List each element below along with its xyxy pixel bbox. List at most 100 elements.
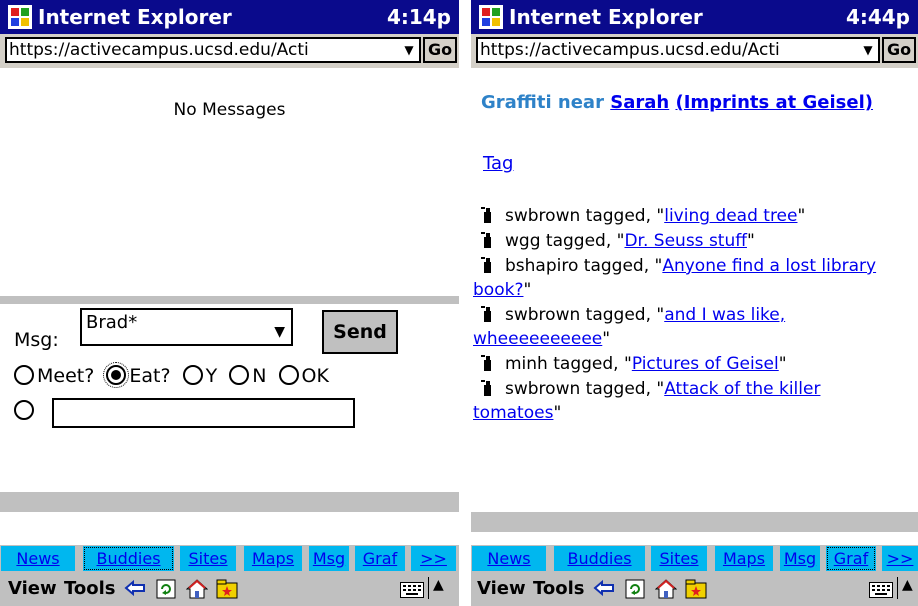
radio-circle[interactable] bbox=[182, 365, 203, 385]
title-bar: Internet Explorer 4:14p bbox=[0, 0, 459, 34]
status-message: No Messages bbox=[173, 100, 286, 120]
nav-msg[interactable]: Msg bbox=[780, 546, 820, 571]
dropdown-arrow-icon: ▼ bbox=[274, 324, 285, 340]
radio-no[interactable]: N bbox=[229, 365, 266, 387]
keyboard-icon[interactable] bbox=[400, 582, 424, 598]
up-arrow-icon[interactable]: ▲ bbox=[897, 577, 913, 599]
heading-prefix: Graffiti near bbox=[481, 92, 604, 113]
nav-maps[interactable]: Maps bbox=[244, 546, 302, 571]
address-bar: https://activecampus.ucsd.edu/Acti ▼ Go bbox=[471, 34, 918, 68]
spray-can-icon bbox=[481, 380, 491, 396]
url-text: https://activecampus.ucsd.edu/Acti bbox=[480, 40, 780, 60]
url-text: https://activecampus.ucsd.edu/Acti bbox=[9, 40, 309, 60]
send-button[interactable]: Send bbox=[322, 310, 398, 354]
nav-buddies[interactable]: Buddies bbox=[83, 546, 174, 571]
spray-can-icon bbox=[481, 207, 491, 223]
go-button[interactable]: Go bbox=[882, 37, 916, 63]
radio-yes[interactable]: Y bbox=[182, 365, 217, 387]
windows-flag-icon bbox=[8, 5, 32, 29]
tag-user: swbrown bbox=[505, 305, 581, 325]
person-link[interactable]: Sarah bbox=[610, 92, 669, 113]
radio-label: N bbox=[252, 365, 267, 387]
radio-circle[interactable] bbox=[103, 362, 130, 388]
tag-link[interactable]: Tag bbox=[483, 153, 513, 174]
nav-sites[interactable]: Sites bbox=[180, 546, 236, 571]
menu-view[interactable]: View bbox=[8, 578, 57, 599]
app-title: Internet Explorer bbox=[509, 5, 703, 29]
tag-message-link[interactable]: living dead tree bbox=[664, 206, 797, 226]
go-button[interactable]: Go bbox=[423, 37, 457, 63]
spray-can-icon bbox=[481, 257, 491, 273]
radio-label: OK bbox=[301, 365, 329, 387]
page-title: Graffiti near Sarah (Imprints at Geisel) bbox=[481, 92, 873, 113]
clock[interactable]: 4:14p bbox=[387, 4, 451, 30]
app-title: Internet Explorer bbox=[38, 5, 232, 29]
site-nav: News Buddies Sites Maps Msg Graf >> bbox=[471, 545, 918, 572]
dropdown-arrow-icon[interactable]: ▼ bbox=[858, 39, 878, 61]
recipient-value: Brad* bbox=[86, 312, 138, 333]
tag-message-link[interactable]: Dr. Seuss stuff bbox=[624, 231, 746, 251]
divider bbox=[0, 492, 459, 512]
divider bbox=[471, 512, 918, 532]
menu-tools[interactable]: Tools bbox=[64, 578, 116, 599]
quick-reply-options: Meet? Eat? Y N OK bbox=[14, 362, 335, 388]
home-icon[interactable] bbox=[655, 579, 677, 599]
list-item: minh tagged, "Pictures of Geisel" bbox=[473, 352, 913, 376]
nav-graf[interactable]: Graf bbox=[355, 546, 405, 571]
nav-news[interactable]: News bbox=[472, 546, 546, 571]
up-arrow-icon[interactable]: ▲ bbox=[428, 577, 444, 599]
tagged-word: tagged, bbox=[583, 256, 650, 276]
radio-meet[interactable]: Meet? bbox=[14, 365, 94, 387]
graffiti-list: swbrown tagged, "living dead tree" wgg t… bbox=[473, 204, 913, 426]
radio-circle[interactable] bbox=[229, 365, 250, 385]
radio-ok[interactable]: OK bbox=[278, 365, 329, 387]
spray-can-icon bbox=[481, 232, 491, 248]
nav-buddies[interactable]: Buddies bbox=[554, 546, 645, 571]
tagged-word: tagged, bbox=[585, 206, 651, 226]
location-link[interactable]: (Imprints at Geisel) bbox=[675, 92, 873, 113]
nav-sites[interactable]: Sites bbox=[651, 546, 707, 571]
site-nav: News Buddies Sites Maps Msg Graf >> bbox=[0, 545, 459, 572]
list-item: swbrown tagged, "Attack of the killer to… bbox=[473, 379, 821, 423]
radio-eat[interactable]: Eat? bbox=[103, 362, 171, 388]
clock[interactable]: 4:44p bbox=[846, 4, 910, 30]
radio-label: Eat? bbox=[129, 365, 171, 387]
nav-more[interactable]: >> bbox=[882, 546, 918, 571]
custom-message-row bbox=[14, 398, 355, 428]
home-icon[interactable] bbox=[186, 579, 208, 599]
spray-can-icon bbox=[481, 355, 491, 371]
dropdown-arrow-icon[interactable]: ▼ bbox=[399, 39, 419, 61]
url-input[interactable]: https://activecampus.ucsd.edu/Acti ▼ bbox=[476, 37, 880, 63]
back-arrow-icon[interactable] bbox=[124, 579, 146, 597]
tag-user: bshapiro bbox=[505, 256, 579, 276]
favorites-icon[interactable] bbox=[216, 579, 238, 599]
nav-msg[interactable]: Msg bbox=[309, 546, 349, 571]
back-arrow-icon[interactable] bbox=[593, 579, 615, 597]
tag-user: swbrown bbox=[505, 379, 581, 399]
command-bar: View Tools ▲ bbox=[471, 572, 918, 606]
tagged-word: tagged, bbox=[585, 305, 651, 325]
menu-view[interactable]: View bbox=[477, 578, 526, 599]
address-bar: https://activecampus.ucsd.edu/Acti ▼ Go bbox=[0, 34, 459, 68]
nav-maps[interactable]: Maps bbox=[715, 546, 773, 571]
tag-user: wgg bbox=[505, 231, 541, 251]
refresh-icon[interactable] bbox=[156, 579, 176, 599]
tagged-word: tagged, bbox=[585, 379, 651, 399]
refresh-icon[interactable] bbox=[625, 579, 645, 599]
url-input[interactable]: https://activecampus.ucsd.edu/Acti ▼ bbox=[5, 37, 421, 63]
recipient-select[interactable]: Brad* ▼ bbox=[80, 308, 293, 346]
spray-can-icon bbox=[481, 306, 491, 322]
right-screen: Internet Explorer 4:44p https://activeca… bbox=[471, 0, 918, 606]
nav-more[interactable]: >> bbox=[411, 546, 456, 571]
custom-message-input[interactable] bbox=[52, 398, 355, 428]
radio-custom[interactable] bbox=[14, 400, 34, 420]
menu-tools[interactable]: Tools bbox=[533, 578, 585, 599]
tag-message-link[interactable]: Pictures of Geisel bbox=[632, 354, 779, 374]
nav-graf[interactable]: Graf bbox=[826, 546, 876, 571]
radio-circle[interactable] bbox=[14, 365, 34, 385]
radio-circle[interactable] bbox=[278, 365, 299, 385]
tagged-word: tagged, bbox=[545, 231, 612, 251]
keyboard-icon[interactable] bbox=[869, 582, 893, 598]
favorites-icon[interactable] bbox=[685, 579, 707, 599]
nav-news[interactable]: News bbox=[1, 546, 75, 571]
